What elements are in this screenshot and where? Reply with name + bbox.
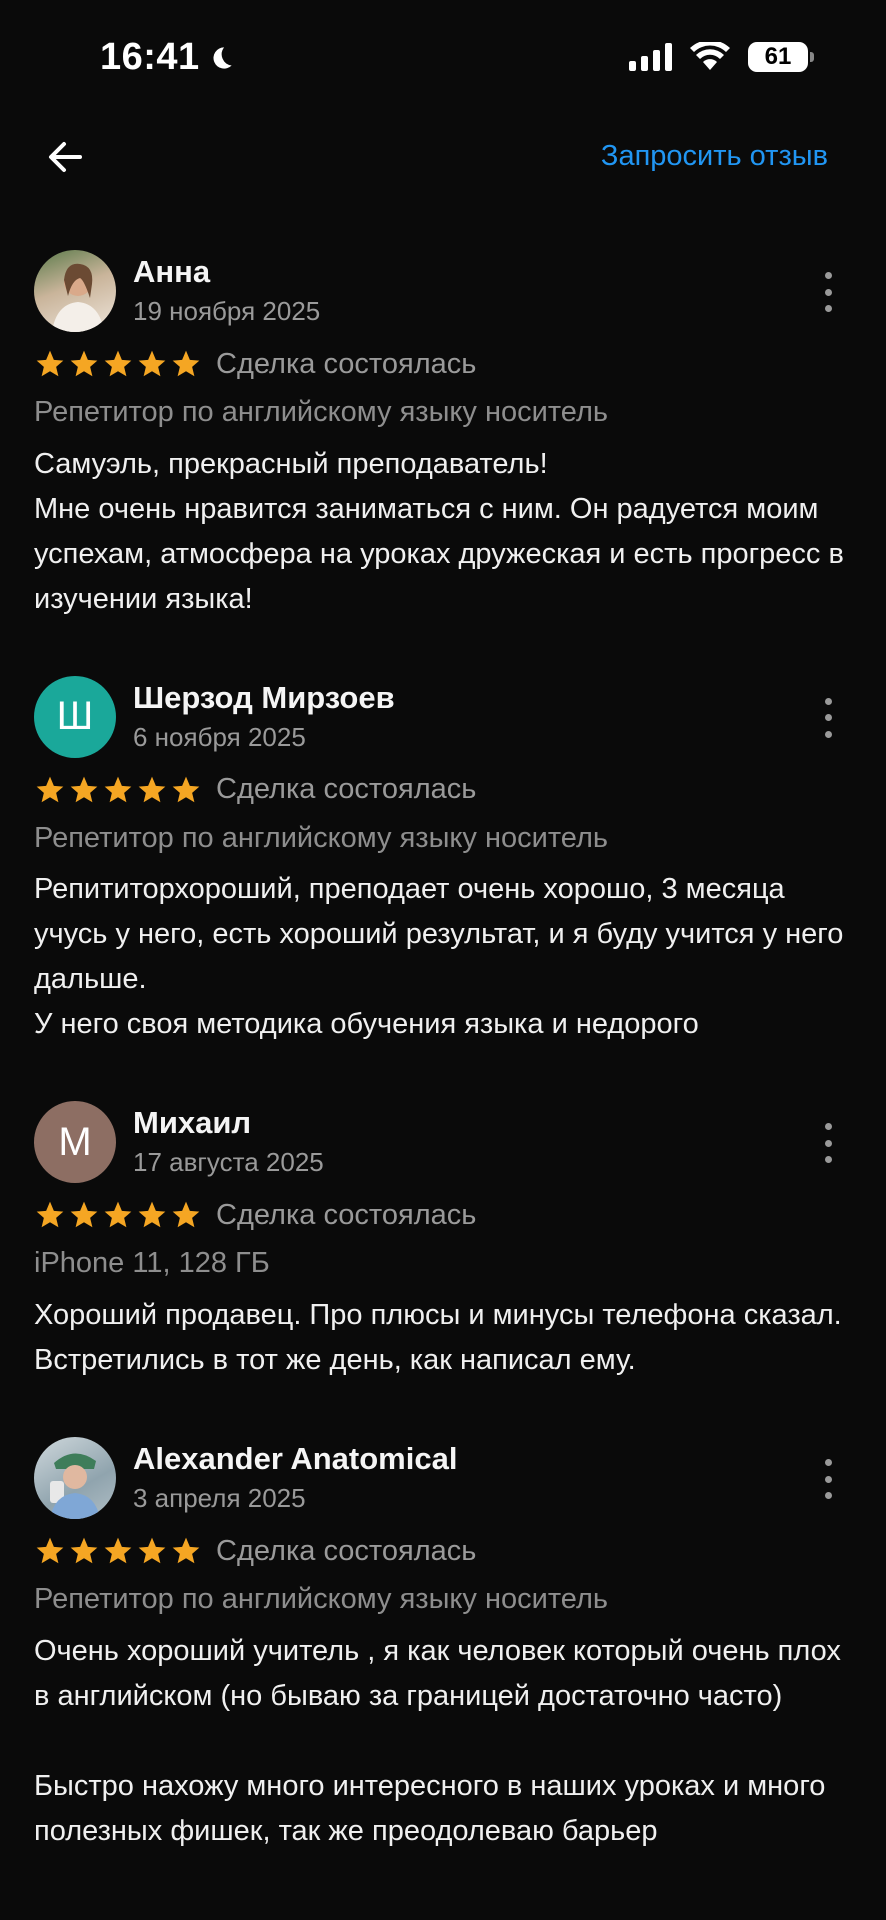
star-rating [34,348,202,380]
review-item-title: Репетитор по английскому языку носитель [34,821,608,854]
avatar-letter: Ш [56,694,94,739]
cellular-signal-icon [629,43,672,71]
more-options-icon[interactable] [818,1123,838,1164]
moon-icon [213,46,232,69]
battery-icon: 61 [748,42,814,72]
star-icon [70,776,98,802]
reviewer-name: Михаил [133,1105,252,1141]
back-arrow-icon[interactable] [40,132,90,182]
avatar[interactable]: М [34,1101,116,1184]
deal-status: Сделка состоялась [216,347,477,380]
wifi-icon [690,42,730,70]
star-icon [104,1537,132,1564]
time-text: 16:41 [100,36,200,78]
review-date: 6 ноября 2025 [133,721,306,752]
review-item-title: iPhone 11, 128 ГБ [34,1247,270,1280]
review-header: Анна 19 ноября 2025 [34,240,852,332]
deal-status: Сделка состоялась [216,773,477,806]
star-icon [138,1202,166,1228]
reviews-list: Анна 19 ноября 2025 Сделка состоялась Ре… [0,240,886,1854]
review-item-title: Репетитор по английскому языку носитель [34,1583,608,1616]
review-header: Ш Шерзод Мирзоев 6 ноября 2025 [34,666,852,758]
review-date: 19 ноября 2025 [133,296,321,326]
star-rating [34,774,202,806]
status-bar: 16:41 61 [0,0,886,120]
reviewer-name: Alexander Anatomical [133,1441,458,1477]
star-icon [172,350,200,377]
more-options-icon[interactable] [818,697,838,738]
star-icon [138,350,166,377]
review-text: Хороший продавец. Про плюсы и минусы тел… [34,1299,842,1377]
star-icon [70,1202,98,1228]
star-icon [70,350,98,377]
rating-row: Сделка состоялась [34,770,852,810]
avatar[interactable] [34,1437,116,1520]
review-header: Alexander Anatomical 3 апреля 2025 [34,1427,852,1520]
star-icon [172,776,200,802]
star-icon [36,350,64,377]
rating-row: Сделка состоялась [34,1195,852,1235]
more-options-icon[interactable] [818,1459,838,1500]
star-rating [34,1199,202,1231]
deal-status: Сделка состоялась [216,1534,477,1567]
review-card: М Михаил 17 августа 2025 Сделка состояла… [0,1091,886,1383]
review-card: Анна 19 ноября 2025 Сделка состоялась Ре… [0,240,886,622]
top-bar: Запросить отзыв [0,120,886,190]
review-card: Ш Шерзод Мирзоев 6 ноября 2025 Сделка со… [0,666,886,1048]
review-date: 3 апреля 2025 [133,1483,306,1514]
review-header: М Михаил 17 августа 2025 [34,1091,852,1184]
review-card: Alexander Anatomical 3 апреля 2025 Сделк… [0,1427,886,1854]
review-text: Репититорхороший, преподает очень хорошо… [34,873,844,1041]
avatar-letter: М [58,1119,92,1164]
star-icon [172,1537,200,1564]
status-time: 16:41 [100,36,236,79]
review-item-title: Репетитор по английскому языку носитель [34,396,608,428]
deal-status: Сделка состоялась [216,1198,477,1231]
rating-row: Сделка состоялась [34,344,852,384]
star-icon [104,776,132,802]
star-icon [172,1202,200,1228]
rating-row: Сделка состоялась [34,1531,852,1571]
person-photo-icon [50,1453,100,1520]
star-icon [138,1537,166,1564]
star-rating [34,1535,202,1567]
reviewer-name: Анна [133,254,211,289]
reviewer-name: Шерзод Мирзоев [133,679,395,715]
star-icon [104,350,132,377]
star-icon [70,1537,98,1564]
battery-level: 61 [764,43,792,70]
star-icon [138,776,166,802]
more-options-icon[interactable] [818,272,838,312]
person-photo-icon [52,263,104,332]
avatar[interactable]: Ш [34,675,116,758]
avatar[interactable] [34,250,116,332]
review-text: Очень хороший учитель , я как человек ко… [34,1634,841,1847]
star-icon [36,776,64,802]
star-icon [36,1537,64,1564]
star-icon [36,1202,64,1228]
star-icon [104,1202,132,1228]
review-date: 17 августа 2025 [133,1147,324,1178]
review-text: Самуэль, прекрасный преподаватель! Мне о… [34,447,844,615]
request-review-button[interactable]: Запросить отзыв [601,140,828,173]
reviews-screen: 16:41 61 Запросить отзыв Анна 19 ноября … [0,0,886,1920]
status-indicators: 61 [629,42,814,72]
